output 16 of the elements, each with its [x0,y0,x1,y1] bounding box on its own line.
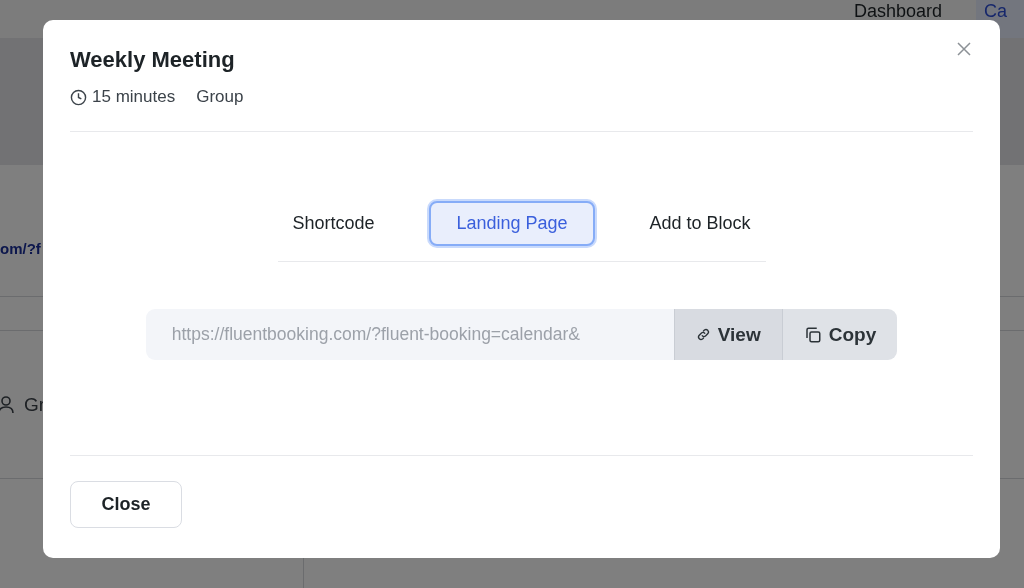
copy-icon [803,325,822,344]
copy-button[interactable]: Copy [781,309,898,360]
close-button[interactable]: Close [70,481,182,528]
tab[interactable]: Shortcode [265,201,402,246]
duration-text: 15 minutes [92,87,176,107]
type-text: Group [196,87,244,107]
view-button[interactable]: View [673,309,782,360]
host-text: Gr [24,393,46,416]
link-text[interactable]: om/?f [0,240,41,257]
close-icon[interactable] [955,40,973,58]
clock-icon [70,88,87,106]
user-icon [0,395,16,414]
tab[interactable]: Landing Page [429,201,595,246]
tab[interactable]: Add to Block [622,201,778,246]
dialog-title: Weekly Meeting [70,47,235,73]
link-icon [695,327,711,342]
